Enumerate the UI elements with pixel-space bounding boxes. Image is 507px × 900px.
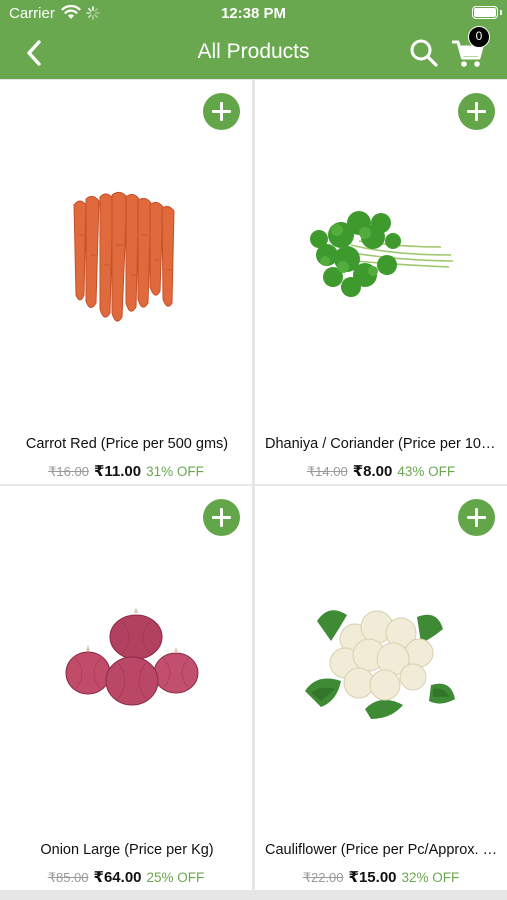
add-to-cart-button[interactable] (458, 93, 495, 130)
battery-icon (472, 6, 498, 19)
product-name: Onion Large (Price per Kg) (40, 842, 214, 858)
sale-price: ₹15.00 (348, 869, 397, 886)
price-row: ₹16.00 ₹11.00 31% OFF (0, 462, 252, 481)
add-to-cart-button[interactable] (203, 499, 240, 536)
discount-label: 25% OFF (146, 870, 205, 885)
product-grid: Carrot Red (Price per 500 gms) ₹16.00 ₹11… (0, 79, 507, 900)
add-to-cart-button[interactable] (458, 499, 495, 536)
search-icon (410, 39, 438, 67)
original-price: ₹85.00 (47, 870, 89, 885)
sale-price: ₹11.00 (93, 463, 142, 480)
product-name: Cauliflower (Price per Pc/Approx. 500 gm… (265, 842, 499, 858)
discount-label: 43% OFF (397, 464, 456, 479)
product-name: Dhaniya / Coriander (Price per 100 gms) (265, 436, 499, 452)
price-row: ₹85.00 ₹64.00 25% OFF (0, 868, 252, 887)
carrot-image (73, 191, 175, 322)
sale-price: ₹64.00 (93, 869, 142, 886)
battery-tip (500, 10, 502, 15)
status-time: 12:38 PM (220, 5, 287, 22)
discount-label: 31% OFF (146, 464, 204, 479)
search-button[interactable] (408, 37, 440, 69)
price-row: ₹14.00 ₹8.00 43% OFF (255, 462, 507, 481)
original-price: ₹22.00 (302, 870, 344, 885)
product-name: Carrot Red (Price per 500 gms) (25, 436, 229, 452)
onion-image (65, 607, 199, 706)
original-price: ₹14.00 (306, 464, 348, 479)
cauliflower-image (305, 610, 455, 719)
sale-price: ₹8.00 (352, 463, 393, 480)
add-to-cart-button[interactable] (203, 93, 240, 130)
navigation-bar: All Products 0 (0, 26, 507, 79)
price-row: ₹22.00 ₹15.00 32% OFF (255, 868, 507, 887)
product-card[interactable]: Dhaniya / Coriander (Price per 100 gms) … (255, 80, 507, 484)
coriander-image (310, 211, 454, 297)
product-card[interactable]: Carrot Red (Price per 500 gms) ₹16.00 ₹11… (0, 80, 252, 484)
status-bar: Carrier 12:38 PM (0, 0, 507, 28)
product-card[interactable]: Onion Large (Price per Kg) ₹85.00 ₹64.00 2… (0, 486, 252, 890)
app-header: Carrier 12:38 PM All Products 0 (0, 0, 507, 79)
product-card[interactable]: Cauliflower (Price per Pc/Approx. 500 gm… (255, 486, 507, 890)
original-price: ₹16.00 (48, 464, 89, 479)
cart-count-badge: 0 (468, 26, 490, 48)
discount-label: 32% OFF (401, 870, 460, 885)
